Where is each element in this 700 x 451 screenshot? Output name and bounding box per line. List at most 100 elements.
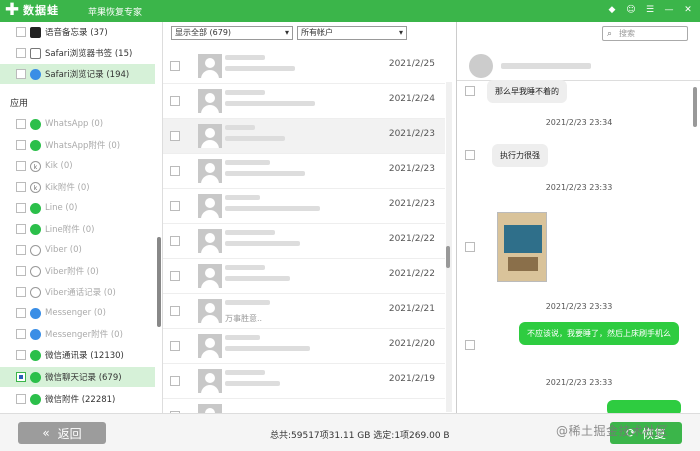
message-bubble-sent	[607, 400, 681, 413]
avatar	[198, 54, 222, 78]
checkbox[interactable]	[170, 166, 180, 176]
sidebar-item-label: 微信附件 (22281)	[45, 395, 116, 405]
list-item[interactable]: 2021/2/23	[163, 119, 445, 154]
list-item-date: 2021/2/20	[388, 339, 435, 349]
sidebar-item-label: Safari浏览记录 (194)	[45, 70, 130, 80]
avatar	[198, 264, 222, 288]
checkbox[interactable]	[16, 245, 26, 255]
message-bubble-sent: 不应该说，我要睡了，然后上床刷手机么	[519, 322, 679, 345]
checkbox[interactable]	[16, 266, 26, 276]
checkbox[interactable]	[170, 271, 180, 281]
sidebar-item-whatsapp[interactable]: WhatsApp (0)	[0, 114, 155, 134]
checkbox[interactable]	[170, 201, 180, 211]
avatar	[198, 194, 222, 218]
list-item-date: 2021/2/23	[388, 129, 435, 139]
checkbox[interactable]	[170, 341, 180, 351]
back-button[interactable]: « 返回	[18, 422, 106, 444]
sidebar-item-label: Safari浏览器书签 (15)	[45, 49, 133, 59]
sidebar-item-viber-attachments[interactable]: Viber附件 (0)	[0, 261, 155, 281]
diamond-icon[interactable]: ◆	[606, 4, 618, 16]
menu-icon[interactable]: ☰	[644, 4, 656, 16]
list-item[interactable]: 2021/2/20	[163, 329, 445, 364]
sidebar-item-viber[interactable]: Viber (0)	[0, 240, 155, 260]
checkbox[interactable]	[16, 372, 26, 382]
sidebar-item-messenger-attachments[interactable]: Messenger附件 (0)	[0, 324, 155, 344]
search-input[interactable]: ⌕ 搜索	[602, 26, 688, 41]
sidebar-item-wechat-attachments[interactable]: 微信附件 (22281)	[0, 389, 155, 409]
checkbox[interactable]	[16, 161, 26, 171]
sidebar-scrollbar[interactable]	[157, 237, 161, 327]
checkbox[interactable]	[16, 48, 26, 58]
checkbox[interactable]	[170, 131, 180, 141]
sidebar-item-wechat-contacts[interactable]: 微信通讯录 (12130)	[0, 345, 155, 365]
chat-header	[457, 51, 700, 81]
message-image[interactable]	[497, 212, 547, 282]
window-controls: ◆ ☺ ☰ — ✕	[606, 4, 694, 16]
message-checkbox[interactable]	[465, 242, 475, 252]
viber-icon	[30, 244, 41, 256]
user-icon[interactable]: ☺	[625, 4, 637, 16]
list-item[interactable]	[163, 399, 445, 413]
checkbox[interactable]	[170, 96, 180, 106]
checkbox[interactable]	[16, 350, 26, 360]
kik-icon: k	[30, 181, 41, 193]
search-icon: ⌕	[607, 29, 613, 39]
checkbox[interactable]	[170, 306, 180, 316]
sidebar-item-safari-history[interactable]: Safari浏览记录 (194)	[0, 64, 155, 84]
checkbox[interactable]	[16, 27, 26, 37]
checkbox[interactable]	[16, 203, 26, 213]
checkbox[interactable]	[16, 224, 26, 234]
list-item[interactable]: 2021/2/19	[163, 364, 445, 399]
checkbox[interactable]	[16, 140, 26, 150]
viber-icon	[30, 286, 41, 298]
list-item[interactable]: 万事胜意.. 2021/2/21	[163, 294, 445, 329]
sidebar-item-kik-attachments[interactable]: k Kik附件 (0)	[0, 177, 155, 197]
sidebar-item-safari-bookmarks[interactable]: Safari浏览器书签 (15)	[0, 43, 155, 63]
message-checkbox[interactable]	[465, 340, 475, 350]
checkbox[interactable]	[16, 69, 26, 79]
list-item[interactable]: 2021/2/23	[163, 189, 445, 224]
avatar	[198, 334, 222, 358]
avatar	[198, 369, 222, 393]
sidebar-item-label: 微信聊天记录 (679)	[45, 373, 122, 383]
section-label-apps: 应用	[10, 99, 29, 109]
sidebar-item-viber-calls[interactable]: Viber通话记录 (0)	[0, 282, 155, 302]
sidebar-item-line-attachments[interactable]: Line附件 (0)	[0, 219, 155, 239]
message-checkbox[interactable]	[465, 86, 475, 96]
sidebar-item-whatsapp-attachments[interactable]: WhatsApp附件 (0)	[0, 135, 155, 155]
sidebar-item-label: WhatsApp (0)	[45, 119, 104, 129]
sidebar-item-line[interactable]: Line (0)	[0, 198, 155, 218]
splitter-handle[interactable]	[446, 246, 450, 268]
message-checkbox[interactable]	[465, 150, 475, 160]
sidebar-item-messenger[interactable]: Messenger (0)	[0, 303, 155, 323]
minimize-icon[interactable]: —	[663, 4, 675, 16]
sidebar-item-kik[interactable]: k Kik (0)	[0, 156, 155, 176]
line-icon	[30, 223, 41, 235]
show-filter-select[interactable]: 显示全部 (679)	[171, 26, 293, 40]
checkbox[interactable]	[16, 329, 26, 339]
viber-icon	[30, 265, 41, 277]
checkbox[interactable]	[16, 308, 26, 318]
checkbox[interactable]	[170, 236, 180, 246]
checkbox[interactable]	[16, 287, 26, 297]
list-item[interactable]: 2021/2/22	[163, 259, 445, 294]
checkbox[interactable]	[170, 376, 180, 386]
list-item[interactable]: 2021/2/23	[163, 154, 445, 189]
sidebar-item-voice-memo[interactable]: 语音备忘录 (37)	[0, 22, 155, 42]
sidebar-item-label: Kik附件 (0)	[45, 183, 90, 193]
list-item[interactable]: 2021/2/22	[163, 224, 445, 259]
sidebar-item-label: Viber附件 (0)	[45, 267, 99, 277]
watermark: @稀土掘金技术社区	[556, 424, 669, 438]
checkbox[interactable]	[16, 394, 26, 404]
wechat-icon	[30, 393, 41, 405]
list-item[interactable]: 2021/2/25	[163, 49, 445, 84]
checkbox[interactable]	[170, 61, 180, 71]
checkbox[interactable]	[16, 119, 26, 129]
account-filter-select[interactable]: 所有帐户	[297, 26, 407, 40]
sidebar-item-wechat-chats[interactable]: 微信聊天记录 (679)	[0, 367, 155, 387]
chat-scrollbar[interactable]	[693, 87, 697, 127]
list-item[interactable]: 2021/2/24	[163, 84, 445, 119]
app-subtitle: 苹果恢复专家	[88, 8, 143, 18]
checkbox[interactable]	[16, 182, 26, 192]
close-icon[interactable]: ✕	[682, 4, 694, 16]
